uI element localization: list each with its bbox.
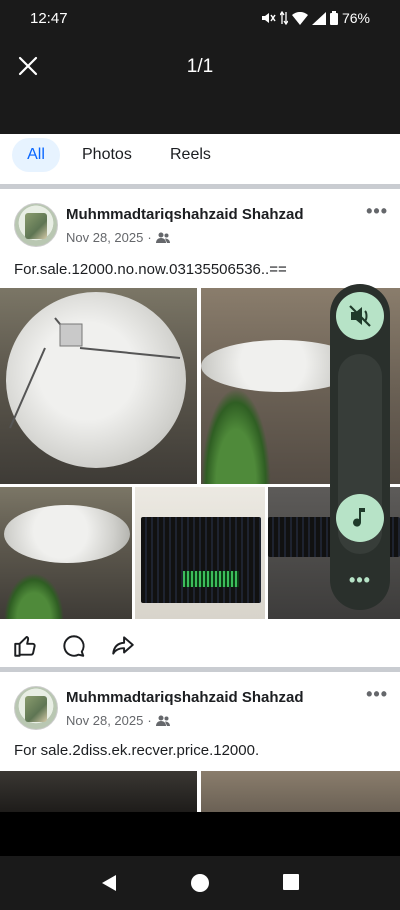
music-volume-button[interactable] [336, 494, 384, 542]
tab-photos[interactable]: Photos [82, 138, 132, 172]
post-date[interactable]: Nov 28, 2025 [66, 713, 143, 728]
post-actions [0, 627, 400, 667]
dish-arm [9, 317, 181, 429]
avatar[interactable] [14, 203, 58, 247]
receiver-box [141, 517, 261, 603]
battery-percent: 76% [341, 10, 370, 26]
volume-more-button[interactable]: ••• [330, 570, 390, 591]
plant [4, 573, 64, 619]
status-time: 12:47 [30, 10, 68, 27]
page-counter: 1/1 [186, 56, 214, 77]
navigation-bar [0, 856, 400, 910]
mute-status-icon [261, 13, 276, 23]
friends-icon [155, 715, 170, 726]
recents-square-icon[interactable] [282, 873, 300, 891]
receiver-led [183, 571, 239, 587]
post-text: For.sale.12000.no.now.03135506536..== [14, 261, 287, 278]
home-circle-icon[interactable] [190, 873, 210, 893]
post-meta: Nov 28, 2025 · [66, 230, 170, 245]
volume-off-icon [349, 305, 371, 327]
tab-bar: All Photos Reels [0, 134, 400, 184]
tab-all[interactable]: All [12, 138, 60, 172]
wifi-icon [291, 11, 308, 25]
status-bar: 12:47 76% [0, 0, 400, 38]
volume-panel: ••• [330, 284, 390, 610]
post-text: For sale.2diss.ek.recver.price.12000. [14, 742, 260, 759]
avatar[interactable] [14, 686, 58, 730]
post-date[interactable]: Nov 28, 2025 [66, 230, 143, 245]
plant [201, 388, 271, 484]
post-photo[interactable] [135, 487, 265, 619]
post-photo[interactable] [0, 288, 197, 484]
friends-icon [155, 232, 170, 243]
post-photo[interactable] [0, 771, 197, 812]
data-arrows-icon [279, 11, 288, 25]
comment-icon[interactable] [61, 633, 87, 659]
share-icon[interactable] [110, 633, 136, 659]
more-options-button[interactable]: ••• [366, 684, 388, 705]
post-photo[interactable] [0, 487, 132, 619]
viewer-header: 1/1 [0, 38, 400, 134]
post-meta: Nov 28, 2025 · [66, 713, 170, 728]
post-author[interactable]: Muhmmadtariqshahzaid Shahzad [66, 206, 304, 223]
like-icon[interactable] [12, 633, 38, 659]
satellite-dish [4, 505, 130, 563]
music-note-icon [353, 508, 365, 527]
tab-reels[interactable]: Reels [170, 138, 211, 172]
volume-mute-button[interactable] [336, 292, 384, 340]
post: Muhmmadtariqshahzaid Shahzad Nov 28, 202… [0, 672, 400, 812]
more-options-button[interactable]: ••• [366, 201, 388, 222]
post-photo[interactable] [201, 771, 400, 812]
signal-icon [311, 11, 326, 25]
back-triangle-icon[interactable] [99, 873, 119, 893]
post-author[interactable]: Muhmmadtariqshahzaid Shahzad [66, 689, 304, 706]
status-icons: 76% [260, 10, 370, 26]
battery-icon [329, 11, 338, 25]
screenshot-content: All Photos Reels Muhmmadtariqshahzaid Sh… [0, 134, 400, 812]
